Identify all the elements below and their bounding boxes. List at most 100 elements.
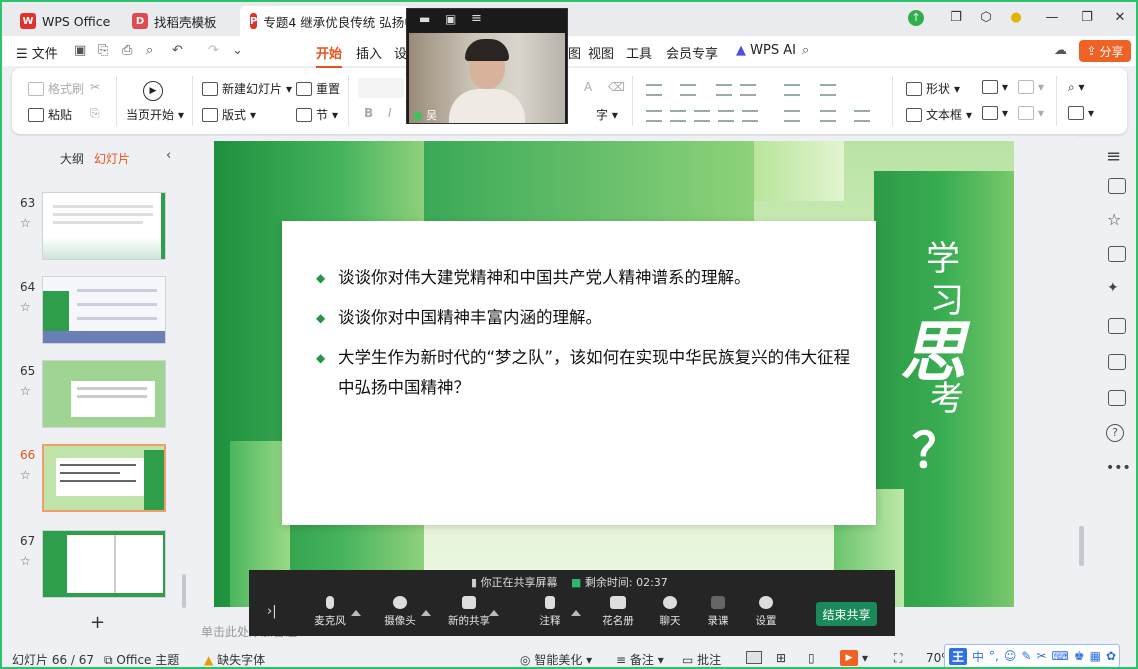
align-right-icon[interactable] <box>694 110 710 122</box>
ime-skin-icon[interactable]: ♚ <box>1074 649 1085 663</box>
ime-settings-icon[interactable]: ✿ <box>1106 649 1116 663</box>
slide-thumbnail-67[interactable] <box>42 530 166 598</box>
menu-home[interactable]: 开始 <box>316 43 343 68</box>
webcam-menu-icon[interactable]: ≡ <box>471 11 482 26</box>
menu-member[interactable]: 会员专享 <box>666 43 718 62</box>
layout-button[interactable]: 版式 ▾ <box>202 106 256 123</box>
slide-thumbnail-63[interactable] <box>42 192 166 260</box>
export-icon[interactable]: ⎘ <box>98 43 108 58</box>
menu-slideshow[interactable]: 图 <box>568 43 581 62</box>
slide-66[interactable]: ◆ 谈谈你对伟大建党精神和中国共产党人精神谱系的理解。 ◆ 谈谈你对中国精神丰富… <box>214 141 1014 607</box>
normal-view-icon[interactable] <box>746 651 762 664</box>
restore-icon[interactable]: ❐ <box>1077 10 1097 25</box>
play-dropdown-icon[interactable]: ▾ <box>862 651 868 665</box>
bullet-list-icon[interactable] <box>646 84 662 96</box>
camera-button[interactable]: 摄像头 <box>375 596 425 628</box>
ime-keyboard-icon[interactable]: ⌨ <box>1052 649 1069 663</box>
slide-thumbnail-65[interactable] <box>42 360 166 428</box>
slide-thumbnail-64[interactable] <box>42 276 166 344</box>
print-icon[interactable]: ⎙ <box>122 43 132 58</box>
ime-emoji-icon[interactable]: ☺ <box>1004 649 1017 663</box>
share-options-icon[interactable] <box>489 610 499 616</box>
add-slide-button[interactable]: + <box>90 612 105 633</box>
play-slideshow-icon[interactable]: ▶ <box>840 650 858 666</box>
camera-options-icon[interactable] <box>421 610 431 616</box>
outline-icon[interactable]: ▾ <box>1018 106 1044 120</box>
notes-button[interactable]: ≡ 备注 ▾ <box>616 651 664 667</box>
avatar[interactable]: ● <box>1006 10 1026 25</box>
font-size-down-icon[interactable]: A <box>584 80 592 94</box>
more-chevron-icon[interactable]: ⌄ <box>232 43 243 58</box>
paste-button[interactable]: 粘贴 <box>28 106 72 123</box>
line-spacing-icon[interactable] <box>820 110 836 122</box>
font-name-select[interactable] <box>358 78 404 98</box>
print-preview-icon[interactable]: ⌕ <box>146 43 153 58</box>
webcam-window-icon[interactable]: ▣ <box>445 12 456 26</box>
beautify-button[interactable]: ◎ 智能美化 ▾ <box>520 651 592 667</box>
annotate-button[interactable]: 注释 <box>525 596 575 628</box>
theme-button[interactable]: ⧉ Office 主题 <box>104 651 179 667</box>
format-painter-button[interactable]: 格式刷 <box>28 80 84 97</box>
minimize-icon[interactable]: — <box>1042 10 1062 25</box>
fill-icon[interactable]: ▾ <box>1018 80 1044 94</box>
menu-insert[interactable]: 插入 <box>356 43 382 62</box>
copy-icon[interactable]: ⎘ <box>90 106 100 121</box>
missing-font-button[interactable]: ▲ 缺失字体 <box>204 651 265 667</box>
star-outline-icon[interactable]: ☆ <box>1107 210 1121 229</box>
align-left-icon[interactable] <box>646 110 662 122</box>
webcam-minimize-icon[interactable]: ▬ <box>419 12 430 26</box>
play-icon[interactable]: ▶ <box>143 81 163 101</box>
more-icon[interactable]: ••• <box>1106 460 1131 476</box>
reading-view-icon[interactable]: ▯ <box>808 651 815 665</box>
slide-thumbnail-66[interactable] <box>42 444 166 512</box>
new-slide-button[interactable]: 新建幻灯片 ▾ <box>202 80 292 97</box>
menu-tools[interactable]: 工具 <box>626 43 652 62</box>
textbox-button[interactable]: 文本框 ▾ <box>906 106 972 123</box>
book-icon[interactable] <box>1108 390 1126 406</box>
arrange-icon[interactable]: ▾ <box>982 106 1008 120</box>
help-icon[interactable]: ? <box>1106 424 1124 442</box>
collapse-toolbar-icon[interactable]: ›| <box>267 604 277 619</box>
settings-button[interactable]: 设置 <box>741 596 791 628</box>
roster-button[interactable]: 花名册 <box>593 596 643 628</box>
italic-button[interactable]: I <box>388 106 392 120</box>
canvas-scrollbar[interactable] <box>1079 526 1084 566</box>
collapse-panel-icon[interactable]: ‹ <box>166 148 171 163</box>
ime-logo-icon[interactable]: 王 <box>949 647 968 665</box>
increase-indent-icon[interactable] <box>740 84 756 96</box>
text-direction-icon[interactable] <box>784 84 800 96</box>
picture-icon[interactable]: ▾ <box>982 80 1008 94</box>
ime-punctuation[interactable]: °, <box>989 649 999 663</box>
image-tool-icon[interactable] <box>1108 354 1126 370</box>
star-icon[interactable]: ☆ <box>20 216 31 230</box>
cloud-upload-icon[interactable]: ☁ <box>1054 43 1067 58</box>
settings-sliders-icon[interactable] <box>1108 178 1126 194</box>
magic-wand-icon[interactable]: ✦ <box>1107 280 1119 296</box>
clear-format-icon[interactable]: ⌫ <box>608 80 625 94</box>
distribute-icon[interactable] <box>742 110 758 122</box>
star-icon[interactable]: ☆ <box>20 300 31 314</box>
window-layout-icon[interactable]: ❐ <box>946 10 966 25</box>
star-icon[interactable]: ☆ <box>20 468 31 482</box>
justify-icon[interactable] <box>718 110 734 122</box>
star-icon[interactable]: ☆ <box>20 384 31 398</box>
update-icon[interactable]: ↑ <box>908 10 924 26</box>
phonetic-icon[interactable]: 字 ▾ <box>596 106 618 123</box>
bold-button[interactable]: B <box>364 106 373 120</box>
tab-docer[interactable]: D 找稻壳模板 <box>122 6 227 36</box>
smart-art-icon[interactable] <box>854 110 870 122</box>
tab-slides[interactable]: 幻灯片 <box>94 150 130 167</box>
fit-window-icon[interactable]: ⛶ <box>894 651 902 666</box>
tab-wps-office[interactable]: W WPS Office <box>10 6 120 36</box>
tab-current-document[interactable]: P 专题4 继承优良传统 弘扬中国 <box>240 6 410 36</box>
ime-mode[interactable]: 中 <box>972 648 984 665</box>
section-button[interactable]: 节 ▾ <box>296 106 338 123</box>
annotate-options-icon[interactable] <box>571 610 581 616</box>
close-icon[interactable]: ✕ <box>1110 10 1130 25</box>
animation-icon[interactable] <box>1108 318 1126 334</box>
cube-icon[interactable]: ⬡ <box>976 10 996 25</box>
bullet-item[interactable]: ◆ 谈谈你对中国精神丰富内涵的理解。 <box>316 303 856 333</box>
select-icon[interactable]: ▾ <box>1068 106 1094 120</box>
undo-icon[interactable]: ↶ <box>172 43 183 58</box>
new-share-button[interactable]: 新的共享 <box>445 596 493 628</box>
